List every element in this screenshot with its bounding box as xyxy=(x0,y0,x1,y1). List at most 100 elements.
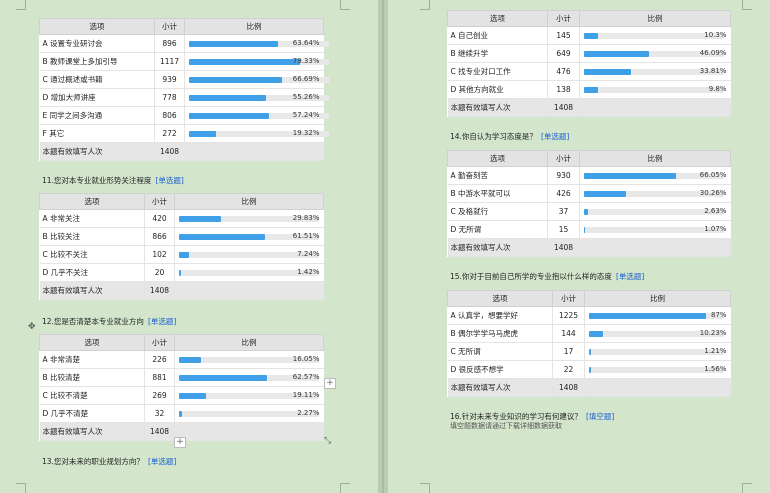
option-label: D 很反感不想学 xyxy=(447,360,553,379)
add-column-button[interactable]: + xyxy=(324,378,336,389)
ratio-bar-fill xyxy=(179,357,201,363)
q13-title: 13.您对未来的职业规划方向？ [单选题] xyxy=(42,456,176,467)
ratio-bar-track xyxy=(584,33,724,39)
corner-mark xyxy=(742,483,752,493)
table-row: D 其他方向就业 138 9.8% xyxy=(447,80,731,99)
q14-result-table: 选项 小计 比例 A 勤奋刻苦 930 66.05% B 中游水平就可以 426 30.2… xyxy=(447,150,731,257)
header-option: 选项 xyxy=(39,334,145,351)
header-count: 小计 xyxy=(552,290,585,307)
option-count: 20 xyxy=(144,263,175,282)
option-label: C 及格就行 xyxy=(447,202,548,221)
option-label: B 继续升学 xyxy=(447,44,548,63)
total-label: 本题有效填写人次 xyxy=(447,378,553,397)
add-row-button[interactable]: + xyxy=(174,437,186,448)
table-row: A 非常清楚 226 16.05% xyxy=(39,350,324,369)
option-label: E 同学之间多沟通 xyxy=(39,106,155,125)
ratio-bar-fill xyxy=(189,59,300,65)
ratio-percent: 1.21% xyxy=(704,347,727,355)
ratio-bar-fill xyxy=(189,41,278,47)
q12-type-tag[interactable]: [单选题] xyxy=(148,317,176,326)
table-row: C 及格就行 37 2.63% xyxy=(447,202,731,221)
table-row: B 教师课堂上多加引导 1117 79.33% xyxy=(39,52,329,71)
option-label: B 教师课堂上多加引导 xyxy=(39,52,155,71)
header-ratio: 比例 xyxy=(579,10,731,27)
ratio-cell: 29.83% xyxy=(174,209,324,228)
option-count: 138 xyxy=(547,80,580,99)
table-row: B 偶尔学学马马虎虎 144 10.23% xyxy=(447,324,731,343)
ratio-cell: 63.64% xyxy=(184,34,329,53)
table-resize-icon[interactable]: ⤡ xyxy=(324,436,331,446)
option-label: C 比较不关注 xyxy=(39,245,145,264)
ratio-bar-fill xyxy=(589,313,706,319)
ratio-cell: 1.21% xyxy=(584,342,731,361)
ratio-bar-fill xyxy=(189,77,282,83)
option-label: F 其它 xyxy=(39,124,155,143)
corner-mark xyxy=(16,0,26,10)
ratio-bar-track xyxy=(584,227,724,233)
option-count: 1117 xyxy=(154,52,185,71)
total-count: 1408 xyxy=(552,378,585,397)
corner-mark xyxy=(340,0,350,10)
header-option: 选项 xyxy=(447,150,548,167)
q14-title: 14.你自认为学习态度是？ [单选题] xyxy=(450,131,569,142)
ratio-bar-fill xyxy=(179,411,182,417)
option-label: B 比较关注 xyxy=(39,227,145,246)
header-count: 小计 xyxy=(547,10,580,27)
option-count: 476 xyxy=(547,62,580,81)
ratio-percent: 87% xyxy=(710,311,727,319)
ratio-bar-fill xyxy=(589,367,591,373)
ratio-percent: 1.56% xyxy=(704,365,727,373)
option-label: C 找专业对口工作 xyxy=(447,62,548,81)
q14-type-tag[interactable]: [单选题] xyxy=(541,132,569,141)
q15-type-tag[interactable]: [单选题] xyxy=(616,272,644,281)
option-count: 17 xyxy=(552,342,585,361)
option-count: 930 xyxy=(547,166,580,185)
table-row: A 设置专业研讨会 896 63.64% xyxy=(39,34,329,53)
q16-type-tag[interactable]: [填空题] xyxy=(586,412,614,421)
ratio-bar-fill xyxy=(584,33,598,39)
ratio-percent: 55.26% xyxy=(292,93,320,101)
q12-title: 12.您是否清楚本专业就业方向 [单选题] xyxy=(42,316,176,327)
ratio-percent: 66.69% xyxy=(292,75,320,83)
q12-result-table: 选项 小计 比例 A 非常清楚 226 16.05% B 比较清楚 881 62.57% C… xyxy=(39,334,324,441)
table-header-row: 选项 小计 比例 xyxy=(447,150,731,167)
q13-result-table: 选项 小计 比例 A 自己创业 145 10.3% B 继续升学 649 46.09% C … xyxy=(447,10,731,117)
total-count: 1408 xyxy=(154,142,185,161)
ratio-percent: 63.64% xyxy=(292,39,320,47)
ratio-cell: 1.56% xyxy=(584,360,731,379)
total-empty-cell xyxy=(174,281,324,300)
ratio-percent: 61.51% xyxy=(292,232,320,240)
option-count: 269 xyxy=(144,386,175,405)
ratio-cell: 19.32% xyxy=(184,124,329,143)
table-row: B 比较清楚 881 62.57% xyxy=(39,368,324,387)
q14-title-text: 14.你自认为学习态度是？ xyxy=(450,132,537,141)
header-ratio: 比例 xyxy=(579,150,731,167)
ratio-percent: 16.05% xyxy=(292,355,320,363)
option-count: 806 xyxy=(154,106,185,125)
ratio-percent: 1.07% xyxy=(704,225,727,233)
option-count: 144 xyxy=(552,324,585,343)
ratio-bar-fill xyxy=(584,191,626,197)
q16-note: 填空题数据请通过下载详细数据获取 xyxy=(450,422,562,430)
ratio-percent: 79.33% xyxy=(292,57,320,65)
q15-title-text: 15.你对于目前自己所学的专业抱以什么样的态度 xyxy=(450,272,612,281)
option-count: 420 xyxy=(144,209,175,228)
q13-type-tag[interactable]: [单选题] xyxy=(148,457,176,466)
ratio-cell: 66.69% xyxy=(184,70,329,89)
total-row: 本题有效填写人次 1408 xyxy=(447,98,731,117)
ratio-cell: 62.57% xyxy=(174,368,324,387)
header-option: 选项 xyxy=(39,193,145,210)
option-label: B 中游水平就可以 xyxy=(447,184,548,203)
ratio-cell: 33.81% xyxy=(579,62,731,81)
corner-mark xyxy=(16,483,26,493)
ratio-percent: 19.11% xyxy=(292,391,320,399)
total-row: 本题有效填写人次 1408 xyxy=(39,281,324,300)
ratio-percent: 9.8% xyxy=(708,85,727,93)
total-label: 本题有效填写人次 xyxy=(447,238,548,257)
ratio-bar-fill xyxy=(584,87,598,93)
q11-type-tag[interactable]: [单选题] xyxy=(155,176,183,185)
table-move-icon[interactable]: ✥ xyxy=(28,322,36,332)
table-row: A 认真学，想要学好 1225 87% xyxy=(447,306,731,325)
header-ratio: 比例 xyxy=(184,18,324,35)
option-count: 649 xyxy=(547,44,580,63)
